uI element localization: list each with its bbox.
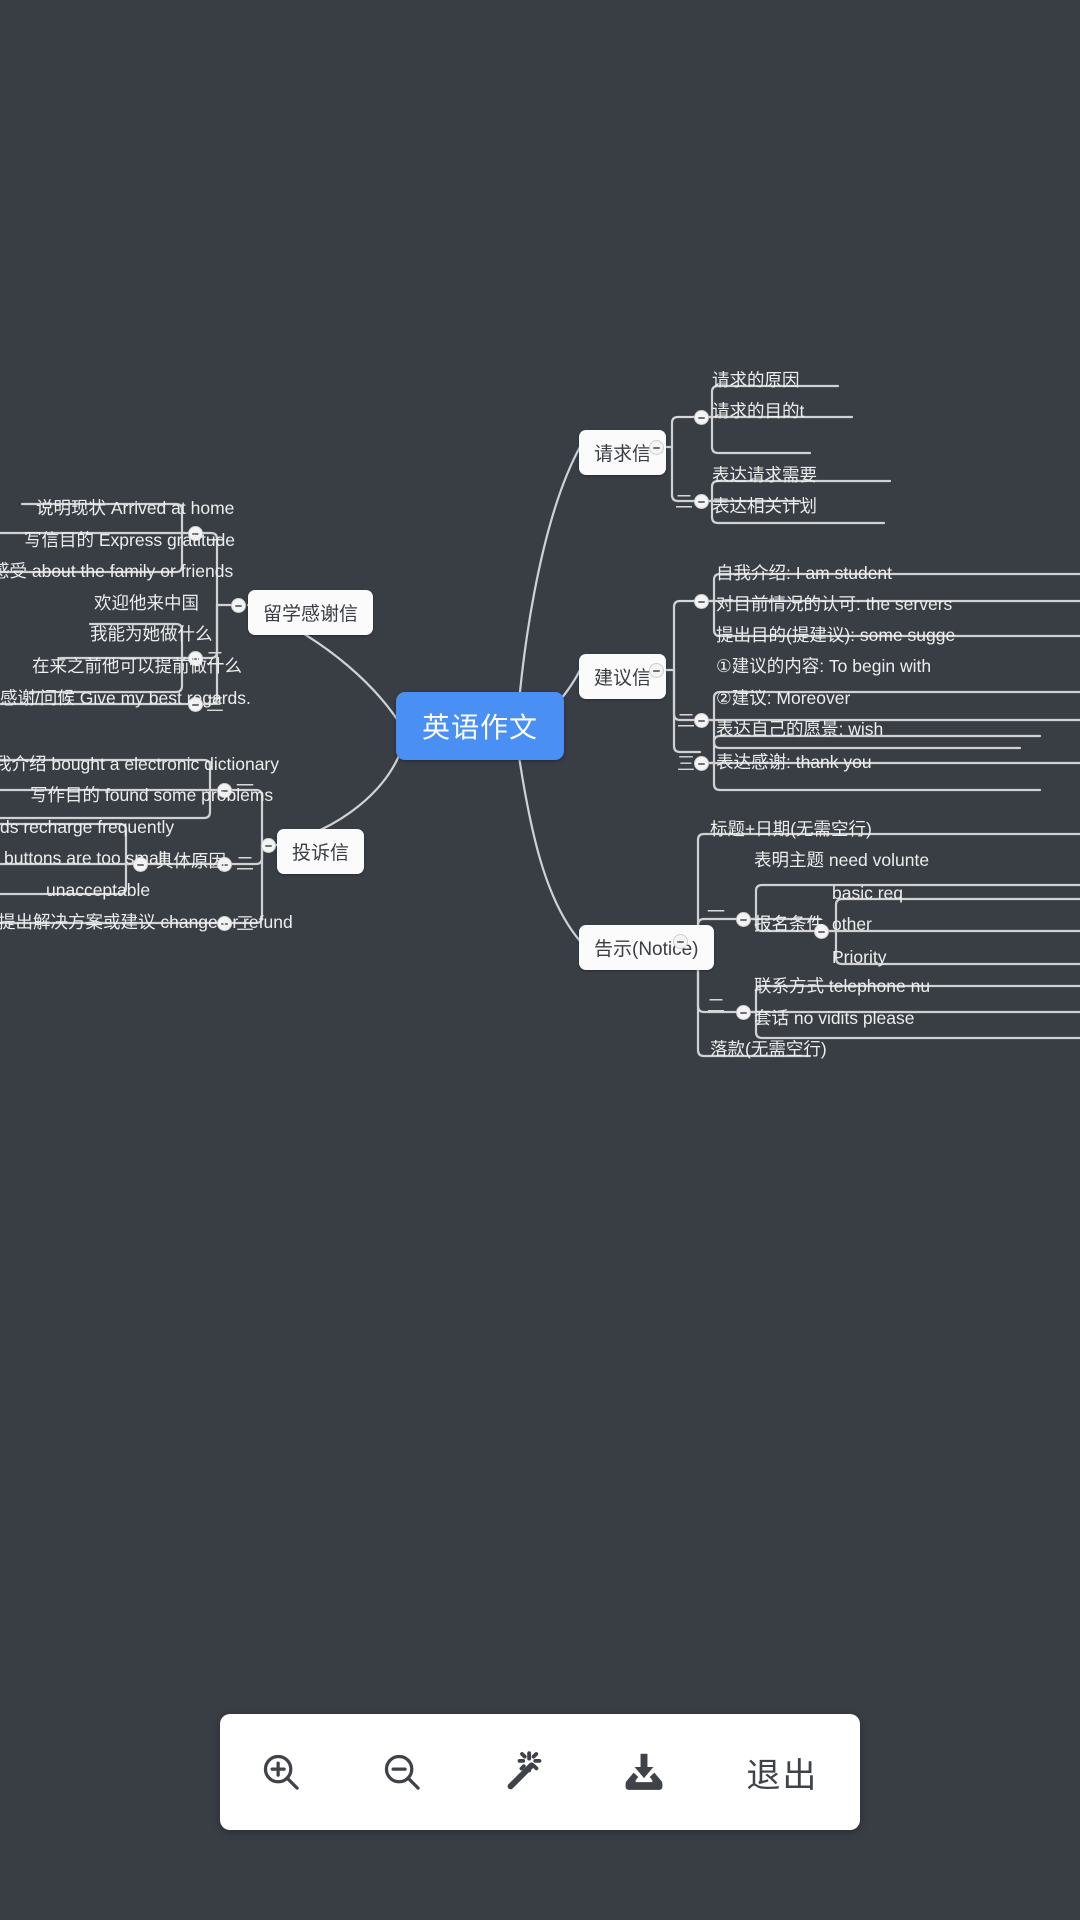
leaf-node[interactable]: 落款(无需空行) <box>704 1038 833 1064</box>
leaf-node[interactable]: 说明现状 Arrived at home <box>30 497 240 523</box>
leaf-node[interactable]: 表达自己的愿景: wish <box>710 718 889 744</box>
leaf-node[interactable]: 感受 about the family or friends <box>0 560 239 586</box>
group-marker: 三 <box>677 754 695 774</box>
group-marker: 一 <box>707 902 725 922</box>
root-node[interactable]: 英语作文 <box>396 692 565 760</box>
zoom-in-button[interactable] <box>233 1724 329 1820</box>
leaf-node[interactable]: ①建议的内容: To begin with <box>710 655 937 681</box>
leaf-node[interactable]: 感谢/问候 Give my best regards. <box>0 687 257 713</box>
leaf-node[interactable]: 表达感谢: thank you <box>710 751 878 777</box>
leaf-node[interactable]: 写信目的 Express gratitude <box>18 529 241 555</box>
leaf-node[interactable]: 写作目的 found some problems <box>24 784 279 810</box>
leaf-node[interactable]: 我介绍 bought a electronic dictionary <box>0 753 285 779</box>
leaf-node[interactable]: 联系方式 telephone nu <box>748 975 936 1001</box>
zoom-out-icon <box>379 1749 425 1795</box>
beautify-button[interactable] <box>475 1724 571 1820</box>
collapse-toggle-request-letter[interactable] <box>649 440 664 455</box>
leaf-node[interactable]: 报名条件 <box>748 913 830 939</box>
leaf-node[interactable]: 自我介绍: I am student <box>710 562 898 588</box>
branch-node-thanks-letter[interactable]: 留学感谢信 <box>248 590 374 635</box>
leaf-node[interactable]: 欢迎他来中国 <box>88 592 205 618</box>
leaf-node[interactable]: 对目前情况的认可: the servers <box>710 593 958 619</box>
download-icon <box>621 1749 667 1795</box>
branch-label: 投诉信 <box>292 843 350 864</box>
leaf-node[interactable]: 请求的目的t <box>706 400 810 426</box>
download-button[interactable] <box>596 1724 692 1820</box>
magic-wand-icon <box>500 1749 546 1795</box>
leaf-node[interactable]: unacceptable <box>40 879 156 905</box>
leaf-node[interactable]: 提出目的(提建议): some sugge <box>710 624 961 650</box>
root-label: 英语作文 <box>422 712 539 743</box>
exit-button[interactable]: 退出 <box>717 1724 847 1820</box>
leaf-node[interactable] <box>706 436 718 442</box>
leaf-node[interactable]: Priority <box>826 946 892 972</box>
branch-label: 建议信 <box>594 668 652 689</box>
leaf-node[interactable]: 请求的原因 <box>706 369 806 395</box>
zoom-in-icon <box>258 1749 304 1795</box>
branch-label: 留学感谢信 <box>263 604 359 625</box>
leaf-node[interactable]: other <box>826 913 878 939</box>
group-marker: 二 <box>236 854 254 874</box>
leaf-node[interactable]: basic req <box>826 882 909 908</box>
collapse-toggle-thanks-letter[interactable] <box>231 598 246 613</box>
group-marker: 二 <box>677 711 695 731</box>
group-marker: 二 <box>675 492 693 512</box>
branch-label: 请求信 <box>594 444 652 465</box>
collapse-toggle-group[interactable] <box>694 756 709 771</box>
leaf-node[interactable]: ds recharge frequently <box>0 816 180 842</box>
group-marker: 二 <box>707 996 725 1016</box>
connector-lines <box>0 384 1080 1058</box>
leaf-node[interactable]: 套话 no vidits please <box>748 1007 921 1033</box>
leaf-node[interactable]: 表达请求需要 <box>706 464 823 490</box>
leaf-node[interactable]: 在来之前他可以提前做什么 <box>26 655 248 681</box>
zoom-out-button[interactable] <box>354 1724 450 1820</box>
leaf-node[interactable]: 标题+日期(无需空行) <box>704 818 878 844</box>
collapse-toggle-suggestion-letter[interactable] <box>649 663 664 678</box>
branch-node-complaint-letter[interactable]: 投诉信 <box>277 829 365 874</box>
collapse-toggle-group[interactable] <box>694 713 709 728</box>
collapse-toggle-complaint-letter[interactable] <box>261 838 276 853</box>
group-marker: 一 <box>675 408 693 428</box>
exit-label: 退出 <box>746 1756 819 1795</box>
collapse-toggle-notice[interactable] <box>673 934 688 949</box>
leaf-node[interactable]: buttons are too small <box>0 847 172 873</box>
mindmap-canvas[interactable]: 英语作文 请求信 一 二 请求的原因 请求的目的t 表达请求需要 表达相关计划 … <box>0 0 1080 1920</box>
leaf-node[interactable]: 表明主题 need volunte <box>748 849 935 875</box>
group-marker: 一 <box>677 592 695 612</box>
branch-node-notice[interactable]: 告示(Notice) <box>579 925 714 970</box>
leaf-node[interactable]: ②建议: Moreover <box>710 687 856 713</box>
collapse-toggle-group[interactable] <box>694 594 709 609</box>
bottom-toolbar[interactable]: 退出 <box>220 1714 860 1830</box>
leaf-node[interactable]: 提出解决方案或建议 change or refund <box>0 911 299 937</box>
leaf-node[interactable]: 表达相关计划 <box>706 495 823 521</box>
leaf-node[interactable]: 我能为她做什么 <box>84 623 219 649</box>
